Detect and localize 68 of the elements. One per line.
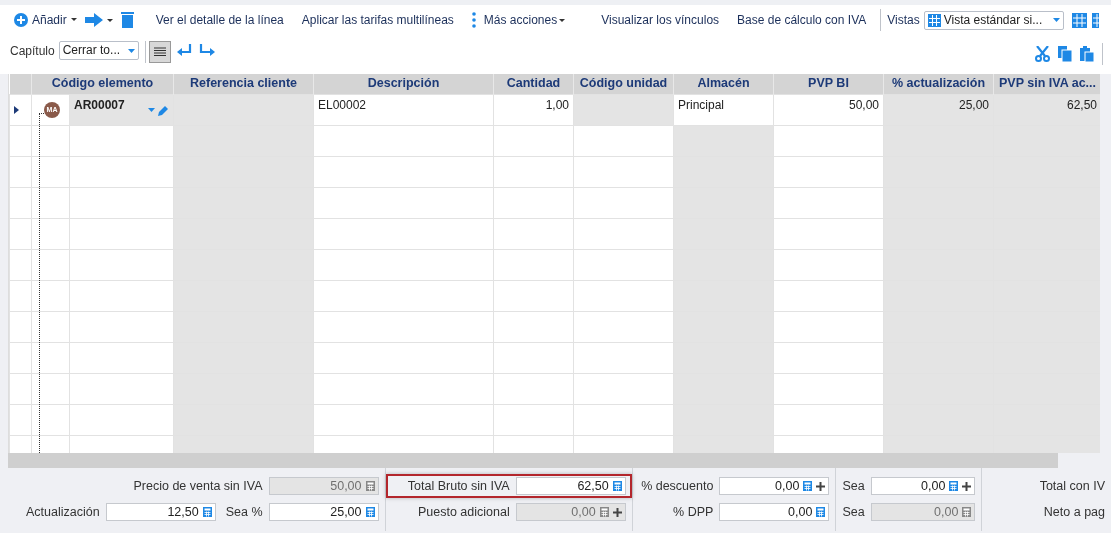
toolbar-link[interactable]: Ver el detalle de la línea xyxy=(155,12,284,28)
horizontal-scrollbar[interactable] xyxy=(8,453,1058,468)
calculator-icon[interactable] xyxy=(803,481,813,491)
field-label: Neto a pag xyxy=(1043,504,1105,520)
table-cell[interactable]: 1,00 xyxy=(493,94,574,125)
calculator-icon[interactable] xyxy=(202,507,212,517)
view-select[interactable]: Vista estándar si... xyxy=(923,10,1064,30)
number-field[interactable]: 0,00 xyxy=(719,503,830,521)
scissors-icon[interactable] xyxy=(1035,46,1050,62)
empty-cell[interactable] xyxy=(673,125,774,156)
toolbar-link[interactable]: Aplicar las tarifas multilíneas xyxy=(301,12,454,28)
grid-icon[interactable] xyxy=(1091,12,1099,28)
views-label: Vistas xyxy=(887,12,920,28)
caret-icon xyxy=(106,18,113,22)
more-actions-button[interactable]: Más acciones xyxy=(471,12,566,28)
field-label: Puesto adicional xyxy=(417,504,510,520)
caret-icon[interactable] xyxy=(148,108,155,112)
plus-icon[interactable] xyxy=(962,481,972,491)
table-cell[interactable]: 50,00 xyxy=(773,94,884,125)
table-cell[interactable]: Principal xyxy=(673,94,774,125)
paste-icon[interactable] xyxy=(1080,46,1094,62)
table-cell: AR00007 xyxy=(69,94,174,125)
table-cell[interactable]: 25,00 xyxy=(883,94,994,125)
calculator-icon[interactable] xyxy=(365,507,375,517)
arrow-button[interactable] xyxy=(84,13,113,27)
arrow-right-icon xyxy=(84,13,103,27)
field-label: Total Bruto sin IVA xyxy=(407,478,510,494)
toolbar-link[interactable]: Visualizar los vínculos xyxy=(601,12,720,28)
field-label: % DPP xyxy=(673,504,714,520)
calculator-icon[interactable] xyxy=(816,507,826,517)
toolbar-link[interactable]: Base de cálculo con IVA xyxy=(737,12,867,28)
number-field[interactable]: 0,00 xyxy=(719,477,830,495)
table-cell[interactable]: EL00002 xyxy=(313,94,494,125)
field-label: Sea % xyxy=(225,504,263,520)
field-label: Sea xyxy=(842,504,865,520)
number-field[interactable]: 62,50 xyxy=(515,477,626,495)
pencil-icon[interactable] xyxy=(158,104,169,116)
grid-settings-icon[interactable] xyxy=(1071,12,1087,28)
grid-icon xyxy=(927,13,941,27)
number-field[interactable]: 12,50 xyxy=(105,503,216,521)
caret-icon xyxy=(127,48,135,53)
trash-icon[interactable] xyxy=(120,12,134,28)
plus-circle-icon xyxy=(14,13,28,27)
list-icon[interactable] xyxy=(153,47,166,57)
chapter-select[interactable]: Cerrar to... xyxy=(58,41,139,60)
caret-icon xyxy=(70,18,77,22)
return-left-icon[interactable] xyxy=(176,44,193,58)
field-label: Actualización xyxy=(26,504,100,520)
field-label: Precio de venta sin IVA xyxy=(133,478,263,494)
return-right-icon[interactable] xyxy=(198,44,215,58)
calculator-icon[interactable] xyxy=(949,481,959,491)
table-cell[interactable]: 62,50 xyxy=(993,94,1100,125)
field-label: % descuento xyxy=(641,478,714,494)
number-field[interactable]: 25,00 xyxy=(268,503,379,521)
empty-cell[interactable] xyxy=(493,125,574,156)
table-cell[interactable] xyxy=(573,94,674,125)
caret-icon xyxy=(1052,18,1060,22)
add-button[interactable]: Añadir xyxy=(14,12,77,28)
field-label: Total con IV xyxy=(1039,478,1105,494)
chapter-label: Capítulo xyxy=(10,44,55,59)
caret-icon xyxy=(559,18,566,22)
copy-icon[interactable] xyxy=(1058,46,1072,62)
number-field[interactable]: 0,00 xyxy=(870,477,976,495)
more-icon xyxy=(471,12,476,28)
field-label: Sea xyxy=(842,478,865,494)
calculator-icon[interactable] xyxy=(612,481,622,491)
plus-icon[interactable] xyxy=(816,481,826,491)
list-view-toggle[interactable] xyxy=(148,41,171,63)
